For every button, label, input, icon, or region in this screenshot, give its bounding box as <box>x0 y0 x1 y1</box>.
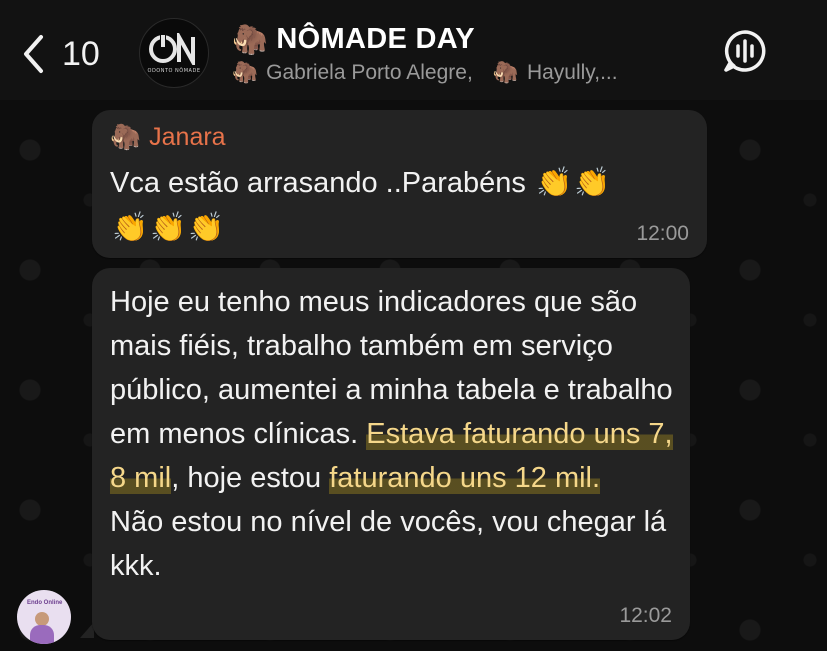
sender-avatar[interactable]: Endo Online <box>17 590 71 644</box>
message-body: Vca estão arrasando ..Parabéns <box>110 167 526 199</box>
sender-name: Janara <box>149 122 226 151</box>
odonto-nomade-logo-icon <box>149 32 195 65</box>
message-bubble[interactable]: Hoje eu tenho meus indicadores que são m… <box>92 268 690 640</box>
voice-chat-button[interactable] <box>722 28 768 74</box>
mammoth-icon: 🦣 <box>492 60 519 84</box>
avatar-body <box>30 625 54 644</box>
clapping-hands-icon: 👏 <box>536 165 573 199</box>
group-title-text: NÔMADE DAY <box>276 23 475 55</box>
chevron-left-icon <box>24 35 43 73</box>
group-logo-caption: ODONTO NÔMADE <box>147 67 201 74</box>
clapping-hands-icon: 👏 <box>150 210 187 244</box>
message-sender[interactable]: 🦣 Janara <box>110 122 226 152</box>
mammoth-icon: 🦣 <box>110 122 142 151</box>
message-body: , hoje estou <box>171 462 330 494</box>
chat-header: 10 ODONTO NÔMADE 🦣 NÔMADE DAY 🦣 Gabriela… <box>0 0 827 100</box>
clapping-hands-icon: 👏 <box>188 210 225 244</box>
mammoth-icon: 🦣 <box>232 60 259 84</box>
clapping-hands-icon: 👏 <box>574 165 611 199</box>
unread-count: 10 <box>62 34 100 73</box>
back-button[interactable]: 10 <box>22 30 100 78</box>
avatar-face <box>35 612 49 626</box>
group-logo <box>149 32 199 65</box>
group-avatar[interactable]: ODONTO NÔMADE <box>139 18 209 88</box>
group-title[interactable]: 🦣 NÔMADE DAY <box>232 22 475 57</box>
message-time: 12:02 <box>619 604 672 627</box>
message-body: Não estou no nível de vocês, vou chegar … <box>110 506 667 582</box>
voice-chat-icon <box>724 30 766 72</box>
avatar-caption: Endo Online <box>27 600 63 606</box>
highlighted-text: faturando uns 12 mil. <box>329 462 601 494</box>
clapping-hands-icon: 👏 <box>112 210 149 244</box>
member-name: Gabriela Porto Alegre, <box>266 60 473 84</box>
mammoth-icon: 🦣 <box>232 22 269 56</box>
message-time: 12:00 <box>636 222 689 245</box>
message-text: Vca estão arrasando ..Parabéns 👏👏 👏👏👏 <box>110 160 695 250</box>
member-name: Hayully,... <box>526 60 618 84</box>
message-bubble[interactable]: 🦣 Janara Vca estão arrasando ..Parabéns … <box>92 110 707 258</box>
group-members[interactable]: 🦣 Gabriela Porto Alegre, 🦣 Hayully,... <box>232 60 702 85</box>
message-text: Hoje eu tenho meus indicadores que são m… <box>110 280 680 588</box>
